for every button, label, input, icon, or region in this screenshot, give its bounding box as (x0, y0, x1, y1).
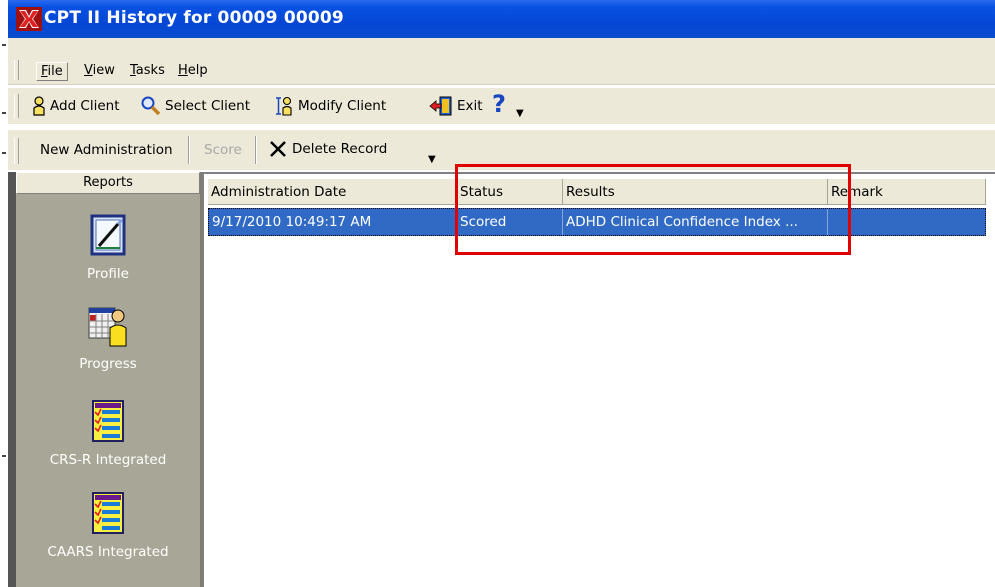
app-logo-icon (16, 7, 42, 31)
desktop-edge (0, 0, 8, 587)
menu-help[interactable]: Help (174, 62, 212, 79)
cell-date: 9/17/2010 10:49:17 AM (209, 209, 457, 235)
crs-r-report-icon (92, 400, 124, 442)
exit-button[interactable]: Exit (429, 96, 483, 116)
delete-x-icon (270, 141, 286, 157)
window-title: CPT II History for 00009 00009 (44, 8, 344, 28)
exit-door-icon (429, 96, 452, 116)
toolbar-overflow-icon[interactable]: ▼ (428, 154, 436, 165)
title-bar[interactable]: CPT II History for 00009 00009 (8, 0, 995, 38)
toolbar-overflow-icon[interactable]: ▼ (516, 108, 524, 119)
menu-view[interactable]: View (80, 62, 119, 79)
new-administration-label: New Administration (40, 142, 173, 158)
menu-tasks[interactable]: Tasks (126, 62, 169, 79)
report-crs-r[interactable]: CRS-R Integrated (16, 398, 200, 468)
column-header-remark[interactable]: Remark (828, 179, 986, 205)
report-caars[interactable]: CAARS Integrated (16, 490, 200, 560)
help-question-icon: ? (492, 90, 506, 118)
select-client-button[interactable]: Select Client (141, 96, 250, 116)
caars-report-icon (92, 492, 124, 534)
toolbar-grip[interactable] (14, 138, 19, 164)
progress-report-icon (88, 307, 127, 347)
score-label: Score (204, 142, 242, 158)
profile-report-icon (90, 214, 126, 256)
report-caars-label: CAARS Integrated (47, 544, 169, 560)
new-administration-button[interactable]: New Administration (40, 142, 173, 158)
person-edit-icon (276, 96, 292, 116)
exit-label: Exit (457, 98, 483, 114)
toolbar-grip[interactable] (14, 94, 19, 118)
reports-header[interactable]: Reports (16, 172, 200, 194)
modify-client-button[interactable]: Modify Client (274, 96, 386, 116)
toolbar-separator (255, 136, 257, 164)
report-progress-label: Progress (79, 356, 137, 372)
add-client-label: Add Client (50, 98, 120, 114)
delete-record-button[interactable]: Delete Record (268, 139, 387, 159)
annotation-highlight-box (455, 164, 851, 255)
pane-border (8, 172, 16, 587)
menu-grip[interactable] (14, 60, 19, 80)
client-toolbar: Add Client Select Client Modify Client E… (8, 88, 995, 124)
report-profile[interactable]: Profile (16, 212, 200, 282)
menu-bar: File View Tasks Help (8, 56, 995, 85)
menu-file[interactable]: File (36, 62, 68, 81)
magnifier-icon (141, 96, 161, 116)
toolbar-separator (188, 136, 190, 164)
score-button[interactable]: Score (204, 142, 242, 158)
cell-remark (828, 209, 985, 235)
report-progress[interactable]: Progress (16, 302, 200, 372)
delete-record-label: Delete Record (292, 141, 388, 157)
column-header-date[interactable]: Administration Date (208, 179, 457, 205)
select-client-label: Select Client (165, 98, 251, 114)
modify-client-label: Modify Client (298, 98, 387, 114)
person-add-icon (33, 96, 45, 116)
report-profile-label: Profile (87, 266, 129, 282)
add-client-button[interactable]: Add Client (32, 96, 120, 116)
help-button[interactable]: ? (492, 90, 506, 118)
report-crs-r-label: CRS-R Integrated (49, 452, 167, 468)
frame-gap (8, 38, 995, 56)
